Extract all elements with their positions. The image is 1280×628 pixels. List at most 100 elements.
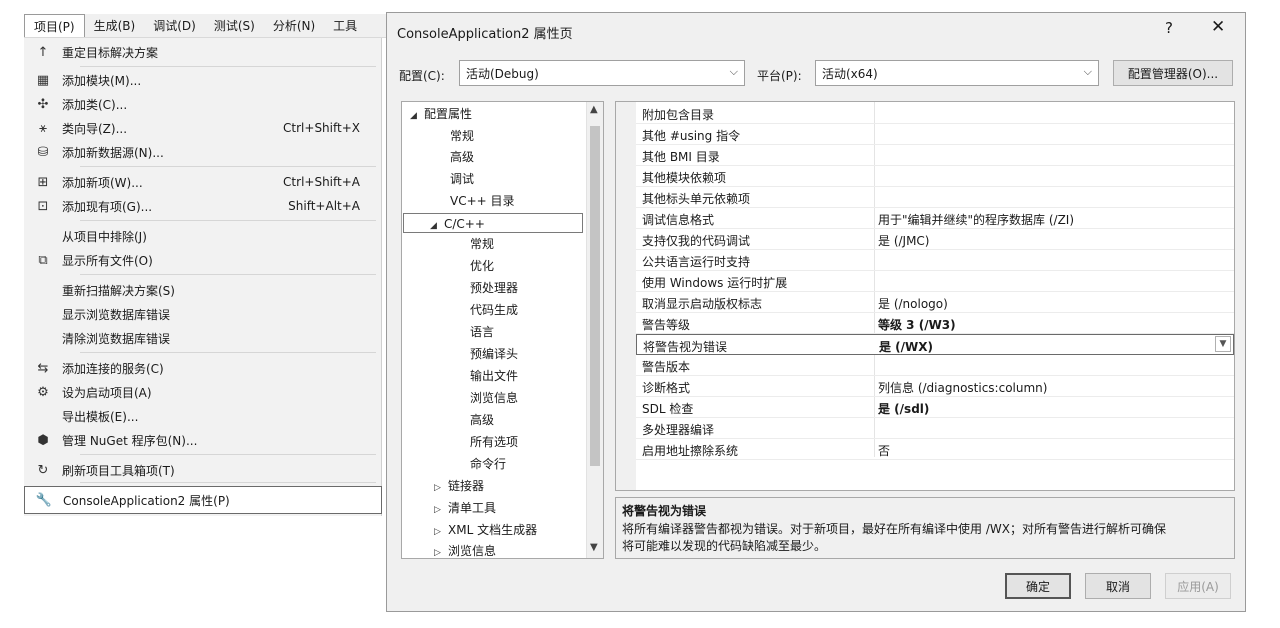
menu-item-rescan[interactable]: 重新扫描解决方案(S) [24, 278, 382, 302]
tree-item-general[interactable]: 常规 [450, 126, 474, 146]
tree-item-cpp-advanced[interactable]: 高级 [470, 410, 494, 430]
menu-test[interactable]: 测试(S) [205, 14, 264, 37]
property-row[interactable]: 使用 Windows 运行时扩展 [636, 271, 1234, 292]
menu-item-show-browse-errors[interactable]: 显示浏览数据库错误 [24, 302, 382, 326]
menu-project[interactable]: 项目(P) [24, 14, 85, 37]
property-row[interactable]: 其他标头单元依赖项 [636, 187, 1234, 208]
property-row[interactable]: 公共语言运行时支持 [636, 250, 1234, 271]
menu-item-set-startup[interactable]: ⚙ 设为启动项目(A) [24, 380, 382, 404]
property-row[interactable]: 支持仅我的代码调试是 (/JMC) [636, 229, 1234, 250]
property-pages-dialog: ConsoleApplication2 属性页 ? ✕ 配置(C): 活动(De… [386, 12, 1246, 612]
expand-icon[interactable]: ◢ [410, 106, 424, 126]
expand-icon[interactable]: ▷ [434, 543, 448, 558]
scroll-down-icon[interactable]: ▼ [590, 542, 598, 553]
class-wizard-icon: ⚹ [39, 120, 47, 136]
refresh-icon: ↻ [37, 462, 49, 478]
add-module-icon: ▦ [36, 72, 50, 88]
property-row[interactable]: SDL 检查是 (/sdl) [636, 397, 1234, 418]
tree-item-xml-doc-generator[interactable]: ▷ XML 文档生成器 [434, 520, 537, 540]
menu-item-manage-nuget[interactable]: ⬢ 管理 NuGet 程序包(N)... [24, 428, 382, 452]
nuget-icon: ⬢ [37, 432, 49, 448]
ok-button[interactable]: 确定 [1005, 573, 1071, 599]
menu-item-add-module[interactable]: ▦ 添加模块(M)... [24, 68, 382, 92]
menu-build[interactable]: 生成(B) [85, 14, 145, 37]
menu-tools[interactable]: 工具 [324, 14, 366, 37]
expand-icon[interactable]: ▷ [434, 522, 448, 542]
scroll-up-icon[interactable]: ▲ [590, 104, 598, 115]
menu-item-retarget[interactable]: ↑ 重定目标解决方案 [24, 40, 382, 64]
menu-item-refresh-toolbox[interactable]: ↻ 刷新项目工具箱项(T) [24, 458, 382, 482]
tree-item-output-files[interactable]: 输出文件 [470, 366, 518, 386]
tree-item-precompiled-headers[interactable]: 预编译头 [470, 344, 518, 364]
add-class-icon: ✣ [37, 96, 49, 112]
platform-select[interactable]: 活动(x64) ⌵ [815, 60, 1099, 86]
close-button[interactable]: ✕ [1211, 17, 1225, 37]
menu-item-export-template[interactable]: 导出模板(E)... [24, 404, 382, 428]
menu-debug[interactable]: 调试(D) [144, 14, 205, 37]
menu-item-add-new-item[interactable]: ⊞ 添加新项(W)... Ctrl+Shift+A [24, 170, 382, 194]
property-grid: 附加包含目录 其他 #using 指令 其他 BMI 目录 其他模块依赖项 其他… [615, 101, 1235, 491]
menu-item-show-all-files[interactable]: ⧉ 显示所有文件(O) [24, 248, 382, 272]
property-row-selected[interactable]: 将警告视为错误是 (/WX) ▼ [636, 334, 1234, 355]
property-row[interactable]: 多处理器编译 [636, 418, 1234, 439]
project-menu-dropdown: ↑ 重定目标解决方案 ▦ 添加模块(M)... ✣ 添加类(C)... ⚹ 类向… [24, 38, 382, 516]
property-row[interactable]: 其他 #using 指令 [636, 124, 1234, 145]
menu-separator [80, 352, 376, 353]
arrow-up-icon: ↑ [37, 44, 49, 60]
expand-icon[interactable]: ▷ [434, 500, 448, 520]
property-row[interactable]: 警告等级 等级 3 (/W3) [636, 313, 1234, 334]
property-tree: ◢ 配置属性 常规 高级 调试 VC++ 目录 ◢ C/C++ 常规 优化 预处理器… [401, 101, 604, 559]
menu-separator [80, 482, 376, 483]
property-row[interactable]: 其他 BMI 目录 [636, 145, 1234, 166]
chevron-down-icon[interactable]: ▼ [1215, 336, 1231, 352]
tree-item-browse-info[interactable]: ▷ 浏览信息 [434, 541, 496, 558]
tree-item-cpp[interactable]: ◢ C/C++ [403, 213, 583, 233]
menu-separator [80, 166, 376, 167]
property-row[interactable]: 启用地址擦除系统否 [636, 439, 1234, 460]
property-row[interactable]: 警告版本 [636, 355, 1234, 376]
expand-icon[interactable]: ▷ [434, 478, 448, 498]
configuration-manager-button[interactable]: 配置管理器(O)... [1113, 60, 1233, 86]
tree-item-preprocessor[interactable]: 预处理器 [470, 278, 518, 298]
tree-item-vc-directories[interactable]: VC++ 目录 [450, 191, 515, 211]
tree-item-debugging[interactable]: 调试 [450, 169, 474, 189]
property-row[interactable]: 附加包含目录 [636, 103, 1234, 124]
menu-item-add-existing-item[interactable]: ⊡ 添加现有项(G)... Shift+Alt+A [24, 194, 382, 218]
tree-scrollbar[interactable]: ▲ ▼ [586, 102, 603, 558]
add-existing-item-icon: ⊡ [37, 198, 49, 214]
help-button[interactable]: ? [1165, 19, 1173, 37]
menu-separator [80, 66, 376, 67]
menu-separator [80, 274, 376, 275]
configuration-select[interactable]: 活动(Debug) ⌵ [459, 60, 745, 86]
menu-item-add-class[interactable]: ✣ 添加类(C)... [24, 92, 382, 116]
tree-item-all-options[interactable]: 所有选项 [470, 432, 518, 452]
tree-item-command-line[interactable]: 命令行 [470, 454, 506, 474]
scrollbar-thumb[interactable] [590, 126, 600, 466]
menu-item-connected-service[interactable]: ⇆ 添加连接的服务(C) [24, 356, 382, 380]
menu-item-add-datasource[interactable]: ⛁ 添加新数据源(N)... [24, 140, 382, 164]
tree-item-advanced[interactable]: 高级 [450, 147, 474, 167]
grid-gutter [616, 102, 636, 490]
property-row[interactable]: 诊断格式 列信息 (/diagnostics:column) [636, 376, 1234, 397]
menu-item-clear-browse-errors[interactable]: 清除浏览数据库错误 [24, 326, 382, 350]
menu-analyze[interactable]: 分析(N) [264, 14, 324, 37]
cancel-button[interactable]: 取消 [1085, 573, 1151, 599]
menu-item-class-wizard[interactable]: ⚹ 类向导(Z)... Ctrl+Shift+X [24, 116, 382, 140]
tree-item-linker[interactable]: ▷ 链接器 [434, 476, 484, 496]
expand-icon[interactable]: ◢ [430, 216, 444, 236]
menu-bar: 项目(P) 生成(B) 调试(D) 测试(S) 分析(N) 工具 [24, 14, 386, 38]
wrench-icon: 🔧 [35, 492, 53, 508]
tree-item-cpp-general[interactable]: 常规 [470, 234, 494, 254]
apply-button[interactable]: 应用(A) [1165, 573, 1231, 599]
tree-item-language[interactable]: 语言 [470, 322, 494, 342]
tree-item-optimization[interactable]: 优化 [470, 256, 494, 276]
property-row[interactable]: 其他模块依赖项 [636, 166, 1234, 187]
menu-item-project-properties[interactable]: 🔧 ConsoleApplication2 属性(P) [24, 486, 382, 514]
tree-item-config-properties[interactable]: ◢ 配置属性 [410, 104, 472, 124]
tree-item-browse-information[interactable]: 浏览信息 [470, 388, 518, 408]
menu-item-exclude[interactable]: 从项目中排除(J) [24, 224, 382, 248]
property-row[interactable]: 调试信息格式 用于"编辑并继续"的程序数据库 (/ZI) [636, 208, 1234, 229]
tree-item-manifest-tool[interactable]: ▷ 清单工具 [434, 498, 496, 518]
tree-item-code-generation[interactable]: 代码生成 [470, 300, 518, 320]
property-row[interactable]: 取消显示启动版权标志是 (/nologo) [636, 292, 1234, 313]
